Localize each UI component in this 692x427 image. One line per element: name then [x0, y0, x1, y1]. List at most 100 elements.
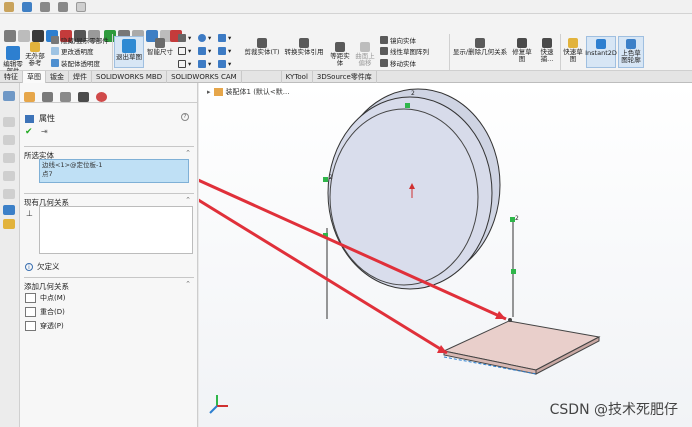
point-tool[interactable]: ▾ — [198, 60, 211, 68]
open-icon[interactable] — [4, 2, 14, 12]
tool-icon-2[interactable] — [18, 30, 30, 42]
tree-icon-3[interactable] — [3, 153, 15, 163]
plate-top[interactable] — [442, 320, 601, 371]
sketch-point[interactable] — [405, 103, 410, 108]
graphics-area[interactable]: ▸ 装配体1 (默认<默... 2 2 2 CSDN @技术死肥仔 — [199, 83, 692, 427]
tab-sketch[interactable]: 草图 — [23, 71, 46, 83]
tab-mbd[interactable]: SOLIDWORKS MBD — [92, 71, 168, 83]
tab-cam[interactable]: SOLIDWORKS CAM — [167, 71, 242, 83]
line-tool[interactable]: ▾ — [178, 34, 191, 42]
change-transparency-button[interactable]: 更改透明度 — [51, 46, 94, 56]
convert-entities-button[interactable]: 转换实体引用 — [282, 38, 326, 56]
spline-tool[interactable]: ▾ — [218, 34, 231, 42]
info-icon: i — [25, 262, 33, 271]
polygon-tool[interactable]: ▾ — [218, 47, 231, 55]
tab-features[interactable]: 特征 — [0, 71, 23, 83]
collapse-chevron-icon: ⌃ — [185, 149, 191, 157]
solidworks-window: 编辑零部件 无外部参考 隐藏/显示零部件 更改透明度 装配体透明度 退出草图 智… — [0, 0, 692, 427]
linear-pattern-icon — [380, 47, 388, 55]
dimxpert-tab-icon[interactable] — [78, 92, 89, 102]
selected-entities-list[interactable]: 边线<1>@定位板-1 点7 — [39, 159, 189, 183]
property-manager-title: 属性 — [25, 113, 55, 124]
collapse-chevron-icon: ⌃ — [185, 280, 191, 288]
offset-icon — [335, 42, 345, 52]
shaded-sketch-button[interactable]: 上色草图轮廓 — [618, 36, 644, 68]
watermark: CSDN @技术死肥仔 — [549, 402, 678, 418]
quick-snaps-button[interactable]: 快速捕... — [536, 38, 558, 63]
sketch-point[interactable] — [511, 269, 516, 274]
coincident-icon — [25, 307, 36, 317]
wheel-face[interactable] — [329, 108, 479, 286]
ok-check-icon[interactable]: ✔ — [25, 127, 33, 137]
tree-icon-6[interactable] — [3, 205, 15, 215]
redo-icon[interactable] — [58, 2, 68, 12]
linear-pattern-button[interactable]: 线性草图阵列 — [380, 46, 429, 56]
assembly-transparency-icon — [51, 59, 59, 67]
assembly-icon[interactable] — [3, 91, 15, 101]
no-external-reference-icon — [30, 42, 40, 52]
tool-icon-1[interactable] — [4, 30, 16, 42]
tab-blank[interactable] — [242, 71, 282, 83]
undo-icon[interactable] — [40, 2, 50, 12]
left-toolbar — [0, 83, 20, 427]
display-manager-tab-icon[interactable] — [96, 92, 107, 102]
slot-tool[interactable]: ▾ — [178, 60, 191, 68]
tab-3dsource[interactable]: 3DSource零件库 — [313, 71, 377, 83]
repair-sketch-button[interactable]: 修复草图 — [511, 38, 533, 63]
tab-weldments[interactable]: 焊件 — [69, 71, 92, 83]
pin-icon[interactable]: ⇥ — [41, 127, 48, 136]
eye-icon — [51, 36, 59, 44]
move-icon — [380, 59, 388, 67]
rapid-sketch-button[interactable]: 快速草图 — [562, 38, 584, 63]
help-icon[interactable]: ? — [181, 113, 189, 121]
move-entities-button[interactable]: 移动实体 — [380, 58, 416, 68]
transparency-icon — [51, 47, 59, 55]
relation-coincident[interactable]: 重合(D) — [25, 307, 65, 317]
smart-dimension-button[interactable]: 智能尺寸 — [146, 36, 174, 56]
property-manager: 属性 ? ✔ ⇥ 所选实体 ⌃ 边线<1>@定位板-1 点7 现有几何关系 ⌃ … — [20, 83, 198, 427]
no-external-reference-button[interactable]: 无外部参考 — [25, 42, 45, 67]
tree-icon-1[interactable] — [3, 117, 15, 127]
exit-sketch-button[interactable]: 退出草图 — [114, 36, 144, 68]
shaded-sketch-icon — [626, 39, 636, 49]
hide-show-parts-button[interactable]: 隐藏/显示零部件 — [51, 35, 109, 45]
relation-pierce[interactable]: 穿透(P) — [25, 321, 64, 331]
existing-relations-list[interactable] — [39, 206, 193, 254]
tab-kytool[interactable]: KYTool — [282, 71, 313, 83]
sketch-point[interactable] — [508, 318, 512, 322]
select-icon[interactable] — [76, 2, 86, 12]
tree-icon-5[interactable] — [3, 189, 15, 199]
surface-offset-icon — [360, 42, 370, 52]
tree-icon-2[interactable] — [3, 135, 15, 145]
surface-offset-button[interactable]: 曲面上偏移 — [353, 42, 377, 67]
text-tool[interactable]: ▾ — [218, 60, 231, 68]
assembly-transparency-button[interactable]: 装配体透明度 — [51, 58, 100, 68]
status-info: i 欠定义 — [25, 261, 60, 272]
trim-entities-button[interactable]: 剪裁实体(T) — [244, 38, 280, 56]
mirror-entities-button[interactable]: 镜向实体 — [380, 35, 416, 45]
tool-icon-3[interactable] — [32, 30, 44, 42]
command-manager-ribbon: 编辑零部件 无外部参考 隐藏/显示零部件 更改透明度 装配体透明度 退出草图 智… — [0, 14, 692, 80]
list-item[interactable]: 点7 — [42, 170, 186, 179]
rectangle-tool[interactable]: ▾ — [178, 47, 191, 55]
add-relations-header[interactable]: 添加几何关系 ⌃ — [24, 277, 194, 292]
edit-component-icon — [6, 46, 20, 60]
circle-tool[interactable]: ▾ — [198, 34, 211, 42]
relation-midpoint[interactable]: 中点(M) — [25, 293, 66, 303]
tree-icon-4[interactable] — [3, 171, 15, 181]
arc-tool[interactable]: ▾ — [198, 47, 211, 55]
save-icon[interactable] — [22, 2, 32, 12]
tab-sheet-metal[interactable]: 钣金 — [46, 71, 69, 83]
tree-icon-7[interactable] — [3, 219, 15, 229]
instant2d-button[interactable]: Instant2D — [585, 36, 617, 68]
list-item[interactable]: 边线<1>@定位板-1 — [42, 161, 186, 170]
sketch-point[interactable] — [323, 177, 328, 182]
configuration-manager-tab-icon[interactable] — [60, 92, 71, 102]
smart-dimension-icon — [155, 38, 165, 48]
convert-icon — [299, 38, 309, 48]
offset-entities-button[interactable]: 等距实体 — [328, 42, 352, 67]
display-delete-relations-button[interactable]: 显示/删除几何关系 — [452, 38, 508, 56]
feature-manager-tab-icon[interactable] — [24, 92, 35, 102]
model-view[interactable]: 2 2 2 — [199, 83, 692, 427]
property-manager-tab-icon[interactable] — [42, 92, 53, 102]
